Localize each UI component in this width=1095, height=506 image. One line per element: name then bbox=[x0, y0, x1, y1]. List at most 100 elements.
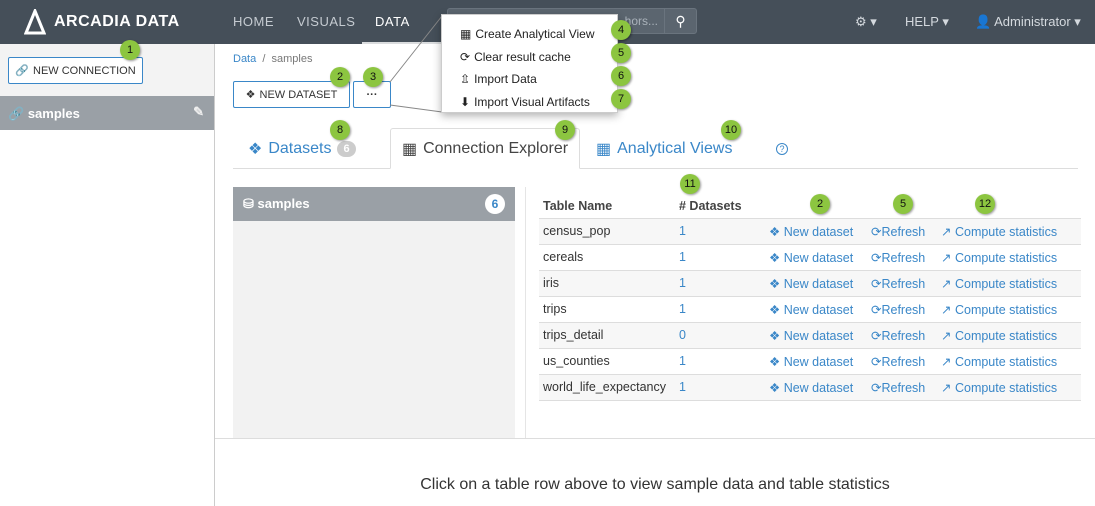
table-row[interactable]: world_life_expectancy 1 ❖ New dataset ⟳R… bbox=[539, 374, 1081, 401]
tab-analytical-views[interactable]: ▦ Analytical Views bbox=[596, 128, 732, 169]
search-icon: ⚲ bbox=[675, 13, 686, 29]
refresh-icon: ⟳ bbox=[460, 49, 471, 64]
action-label: New dataset bbox=[783, 250, 854, 265]
table-name: world_life_expectancy bbox=[539, 374, 675, 401]
dataset-count-link[interactable]: 1 bbox=[675, 244, 765, 271]
new-dataset-link[interactable]: ❖ New dataset bbox=[765, 244, 867, 271]
new-dataset-link[interactable]: ❖ New dataset bbox=[765, 296, 867, 323]
compute-statistics-link[interactable]: ↗ Compute statistics bbox=[937, 348, 1081, 375]
refresh-link[interactable]: ⟳Refresh bbox=[867, 322, 937, 349]
table-name: census_pop bbox=[539, 218, 675, 245]
refresh-link[interactable]: ⟳Refresh bbox=[867, 270, 937, 297]
nav-home[interactable]: HOME bbox=[233, 14, 274, 29]
action-label: New dataset bbox=[783, 276, 854, 291]
table-row[interactable]: census_pop 1 ❖ New dataset ⟳Refresh ↗ Co… bbox=[539, 218, 1081, 245]
line-chart-icon: ↗ bbox=[941, 250, 952, 265]
compute-statistics-link[interactable]: ↗ Compute statistics bbox=[937, 270, 1081, 297]
refresh-link[interactable]: ⟳Refresh bbox=[867, 348, 937, 375]
tab-connection-explorer[interactable]: ▦ Connection Explorer bbox=[390, 128, 580, 169]
table-row[interactable]: trips 1 ❖ New dataset ⟳Refresh ↗ Compute… bbox=[539, 296, 1081, 323]
callout-badge: 1 bbox=[120, 40, 140, 60]
action-label: Compute statistics bbox=[954, 224, 1058, 239]
link-icon: 🔗 bbox=[8, 106, 25, 121]
settings-menu[interactable]: ⚙ ▾ bbox=[855, 14, 877, 30]
menu-import-data[interactable]: ⇫ Import Data bbox=[460, 68, 617, 91]
table-name: trips bbox=[539, 296, 675, 323]
user-menu[interactable]: 👤 Administrator ▾ bbox=[975, 14, 1081, 30]
logo[interactable]: ARCADIA DATA bbox=[24, 9, 180, 35]
refresh-link[interactable]: ⟳Refresh bbox=[867, 296, 937, 323]
database-name: samples bbox=[257, 196, 310, 211]
new-connection-button[interactable]: 🔗 NEW CONNECTION bbox=[8, 57, 143, 84]
cubes-icon: ❖ bbox=[245, 89, 256, 101]
callout-badge: 2 bbox=[810, 194, 830, 214]
callout-badge: 11 bbox=[680, 174, 700, 194]
new-dataset-link[interactable]: ❖ New dataset bbox=[765, 348, 867, 375]
nav-visuals[interactable]: VISUALS bbox=[297, 14, 355, 29]
new-dataset-link[interactable]: ❖ New dataset bbox=[765, 374, 867, 401]
table-row[interactable]: cereals 1 ❖ New dataset ⟳Refresh ↗ Compu… bbox=[539, 244, 1081, 271]
action-label: Refresh bbox=[881, 224, 926, 239]
help-menu[interactable]: HELP ▾ bbox=[905, 14, 949, 30]
menu-clear-result-cache[interactable]: ⟳ Clear result cache bbox=[460, 46, 617, 69]
action-label: Compute statistics bbox=[954, 276, 1058, 291]
new-dataset-link[interactable]: ❖ New dataset bbox=[765, 218, 867, 245]
menu-import-visual-artifacts[interactable]: ⬇ Import Visual Artifacts bbox=[460, 91, 617, 114]
sidebar-item-samples[interactable]: 🔗 samples ✎ bbox=[0, 96, 214, 130]
new-dataset-button[interactable]: ❖ NEW DATASET bbox=[233, 81, 350, 108]
new-dataset-link[interactable]: ❖ New dataset bbox=[765, 270, 867, 297]
edit-pencil-icon[interactable]: ✎ bbox=[193, 104, 204, 120]
table-row[interactable]: us_counties 1 ❖ New dataset ⟳Refresh ↗ C… bbox=[539, 348, 1081, 375]
col-action bbox=[937, 192, 1081, 219]
compute-statistics-link[interactable]: ↗ Compute statistics bbox=[937, 244, 1081, 271]
search-button[interactable]: ⚲ bbox=[664, 8, 697, 34]
callout-badge: 10 bbox=[721, 120, 741, 140]
compute-statistics-link[interactable]: ↗ Compute statistics bbox=[937, 374, 1081, 401]
refresh-link[interactable]: ⟳Refresh bbox=[867, 244, 937, 271]
compute-statistics-link[interactable]: ↗ Compute statistics bbox=[937, 218, 1081, 245]
dataset-count-link[interactable]: 1 bbox=[675, 218, 765, 245]
refresh-link[interactable]: ⟳Refresh bbox=[867, 218, 937, 245]
dataset-count-link[interactable]: 1 bbox=[675, 270, 765, 297]
table-preview-placeholder: Click on a table row above to view sampl… bbox=[215, 438, 1095, 506]
more-actions-dropdown: ▦ Create Analytical View ⟳ Clear result ca… bbox=[441, 14, 618, 113]
line-chart-icon: ↗ bbox=[941, 224, 952, 239]
action-label: Compute statistics bbox=[954, 380, 1058, 395]
help-icon[interactable]: ? bbox=[776, 128, 788, 169]
callout-badge: 4 bbox=[611, 20, 631, 40]
action-label: Refresh bbox=[881, 302, 926, 317]
col-datasets: # Datasets bbox=[675, 192, 765, 219]
line-chart-icon: ↗ bbox=[941, 276, 952, 291]
download-circle-icon: ⬇ bbox=[460, 94, 471, 109]
breadcrumb-current: samples bbox=[271, 53, 313, 65]
dataset-count-link[interactable]: 1 bbox=[675, 296, 765, 323]
table-row[interactable]: trips_detail 0 ❖ New dataset ⟳Refresh ↗ … bbox=[539, 322, 1081, 349]
cubes-icon: ❖ bbox=[769, 354, 781, 369]
new-dataset-link[interactable]: ❖ New dataset bbox=[765, 322, 867, 349]
dataset-count-link[interactable]: 0 bbox=[675, 322, 765, 349]
database-item-samples[interactable]: ⛁ samples 6 bbox=[233, 187, 515, 221]
dataset-count-link[interactable]: 1 bbox=[675, 348, 765, 375]
cubes-icon: ❖ bbox=[769, 302, 781, 317]
callout-badge: 2 bbox=[330, 67, 350, 87]
tab-label: Connection Explorer bbox=[423, 139, 569, 157]
compute-statistics-link[interactable]: ↗ Compute statistics bbox=[937, 296, 1081, 323]
action-label: New dataset bbox=[783, 328, 854, 343]
dataset-count-link[interactable]: 1 bbox=[675, 374, 765, 401]
cubes-icon: ❖ bbox=[769, 224, 781, 239]
refresh-icon: ⟳ bbox=[871, 224, 882, 239]
action-label: Compute statistics bbox=[954, 302, 1058, 317]
table-icon: ▦ bbox=[401, 140, 418, 158]
refresh-link[interactable]: ⟳Refresh bbox=[867, 374, 937, 401]
line-chart-icon: ↗ bbox=[941, 354, 952, 369]
link-icon: 🔗 bbox=[15, 65, 30, 77]
table-row[interactable]: iris 1 ❖ New dataset ⟳Refresh ↗ Compute … bbox=[539, 270, 1081, 297]
callout-badge: 5 bbox=[611, 43, 631, 63]
compute-statistics-link[interactable]: ↗ Compute statistics bbox=[937, 322, 1081, 349]
action-label: New dataset bbox=[783, 224, 854, 239]
line-chart-icon: ↗ bbox=[941, 302, 952, 317]
panel-divider bbox=[525, 187, 526, 438]
menu-create-analytical-view[interactable]: ▦ Create Analytical View bbox=[460, 23, 617, 46]
callout-badge: 8 bbox=[330, 120, 350, 140]
breadcrumb-data-link[interactable]: Data bbox=[233, 53, 256, 65]
